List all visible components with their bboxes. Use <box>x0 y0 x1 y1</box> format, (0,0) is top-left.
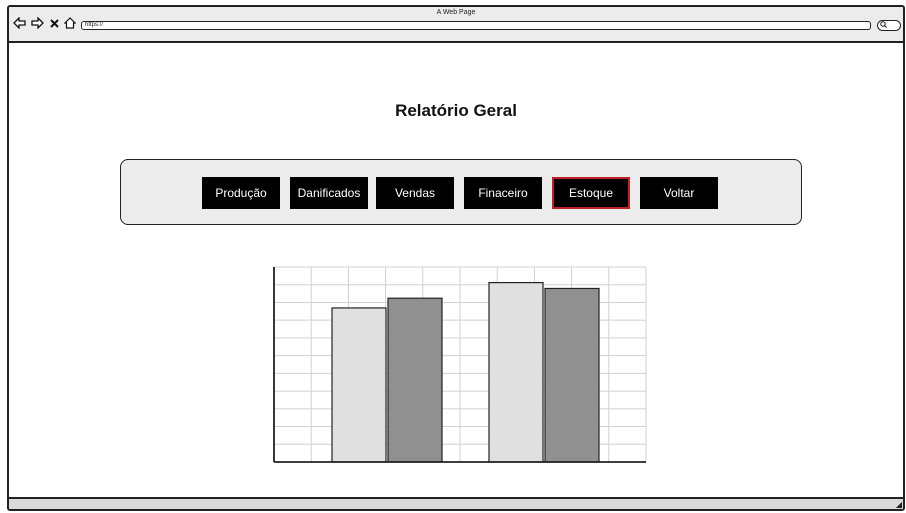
vendas-button[interactable]: Vendas <box>376 177 454 209</box>
bar-chart <box>273 266 647 463</box>
forward-arrow-icon[interactable] <box>30 16 44 30</box>
search-icon <box>880 21 887 28</box>
window-title: A Web Page <box>436 9 476 16</box>
chart-bar <box>387 297 443 463</box>
chart-bar <box>544 287 600 463</box>
browser-window: A Web Page https:// Relatório Geral Prod… <box>7 5 905 511</box>
browser-titlebar: A Web Page https:// <box>9 7 903 43</box>
search-button[interactable] <box>877 20 901 31</box>
resize-grip-icon[interactable]: ◢ <box>896 500 902 509</box>
back-arrow-icon[interactable] <box>12 16 26 30</box>
url-bar[interactable]: https:// <box>81 21 871 30</box>
home-icon[interactable] <box>63 16 77 30</box>
financeiro-button[interactable]: Finaceiro <box>464 177 542 209</box>
voltar-button[interactable]: Voltar <box>640 177 718 209</box>
page-title: Relatório Geral <box>395 101 517 120</box>
chart-bar <box>331 307 387 463</box>
close-icon[interactable] <box>49 16 59 30</box>
estoque-button[interactable]: Estoque <box>552 177 630 209</box>
browser-statusbar: ◢ <box>9 497 903 509</box>
chart-bar <box>488 282 544 463</box>
producao-button[interactable]: Produção <box>202 177 280 209</box>
danificados-button[interactable]: Danificados <box>290 177 368 209</box>
